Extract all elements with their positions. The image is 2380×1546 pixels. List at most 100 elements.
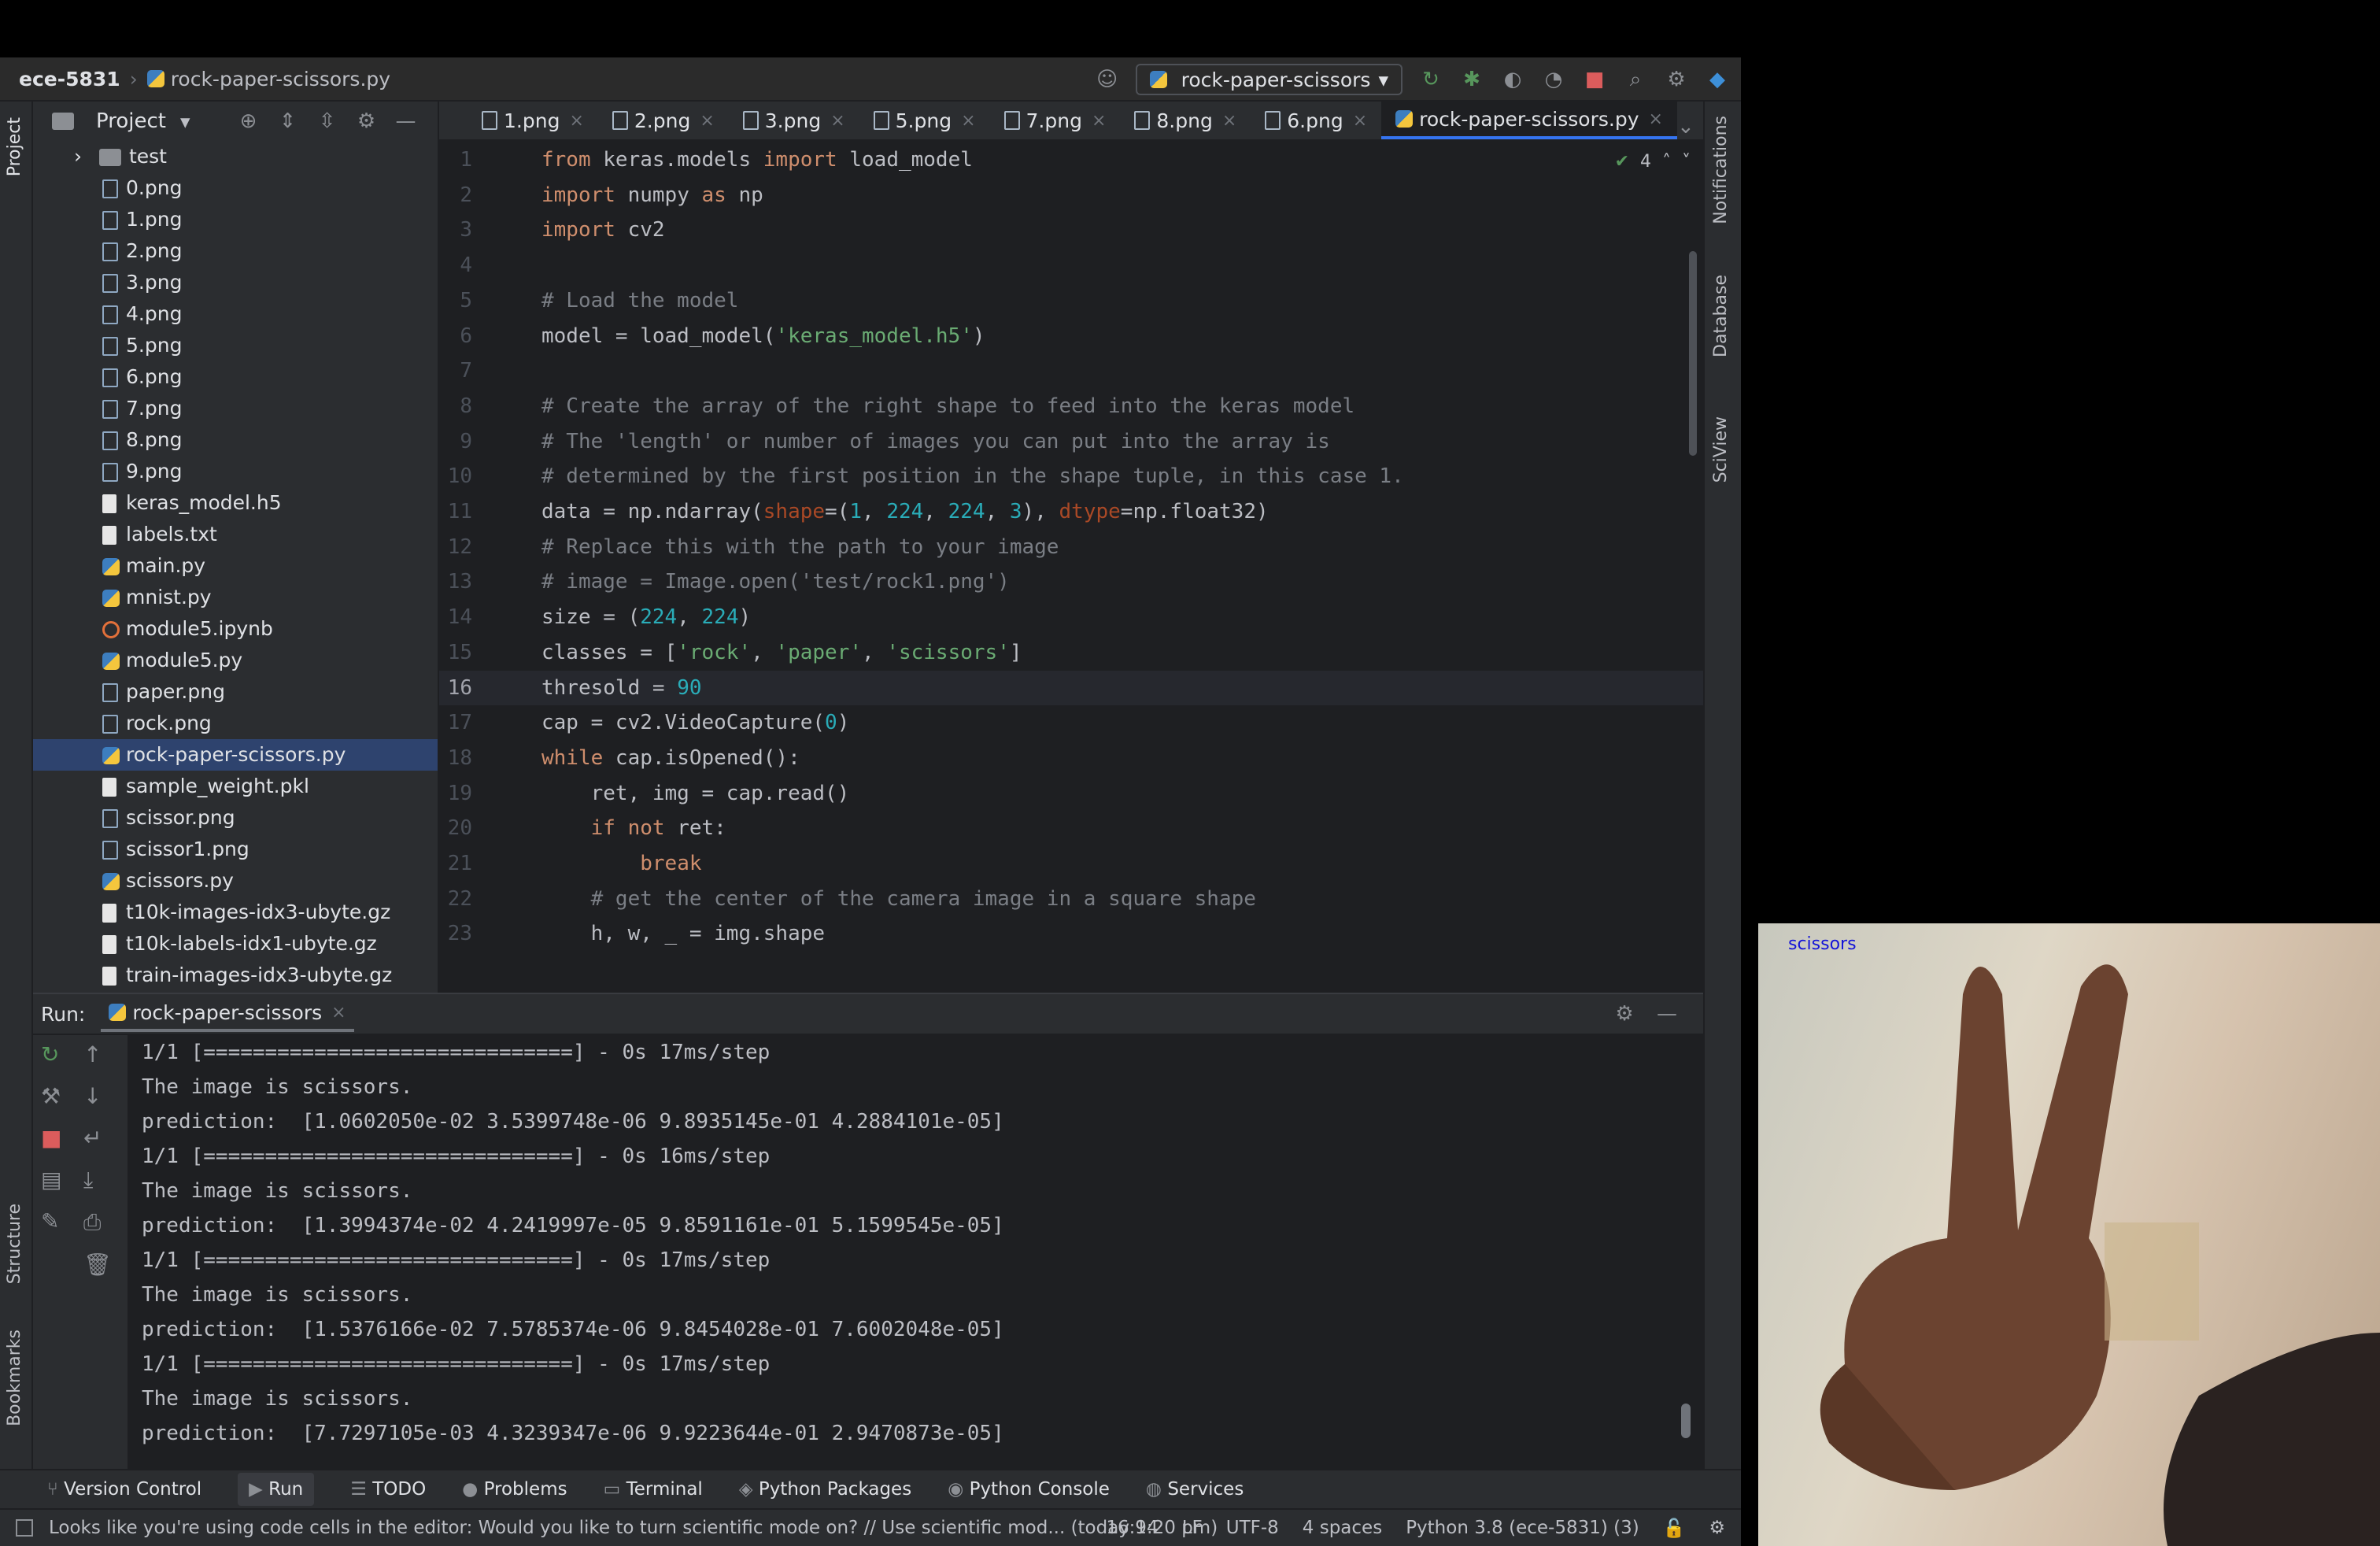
code-line[interactable]: 5 # Load the model: [439, 283, 1703, 318]
rerun-icon[interactable]: ↻: [1418, 67, 1443, 92]
gear-icon[interactable]: ⚙: [1612, 1001, 1637, 1026]
debug-icon[interactable]: ✱: [1459, 67, 1484, 92]
tree-item[interactable]: rock-paper-scissors.py: [33, 739, 438, 771]
line-number[interactable]: 12: [439, 530, 472, 564]
line-number[interactable]: 11: [439, 494, 472, 529]
updates-icon[interactable]: ◆: [1705, 67, 1730, 92]
file-encoding[interactable]: UTF-8: [1226, 1518, 1279, 1539]
run-tab[interactable]: rock-paper-scissors ×: [101, 997, 354, 1032]
code-line[interactable]: 16 thresold = 90: [439, 670, 1703, 705]
code-line[interactable]: 18 while cap.isOpened():: [439, 741, 1703, 775]
close-icon[interactable]: ×: [1353, 111, 1367, 131]
tree-item[interactable]: t10k-images-idx3-ubyte.gz: [33, 897, 438, 928]
code-line[interactable]: 9 # The 'length' or number of images you …: [439, 424, 1703, 459]
line-number[interactable]: 21: [439, 846, 472, 881]
tree-item[interactable]: 5.png: [33, 330, 438, 361]
user-icon[interactable]: ☺: [1095, 67, 1120, 92]
minimize-icon[interactable]: —: [394, 109, 419, 134]
line-number[interactable]: 19: [439, 776, 472, 811]
line-number[interactable]: 16: [439, 671, 472, 705]
tool-tab[interactable]: ◉ Python Console: [948, 1479, 1110, 1500]
editor-tab[interactable]: 8.png ×: [1120, 102, 1251, 139]
editor-tab[interactable]: rock-paper-scissors.py ×: [1381, 102, 1677, 139]
print-icon[interactable]: ⎙: [83, 1209, 112, 1236]
tree-item[interactable]: train-images-idx3-ubyte.gz: [33, 960, 438, 991]
tool-tab[interactable]: ● Problems: [462, 1479, 567, 1500]
tree-item[interactable]: scissors.py: [33, 865, 438, 897]
code-line[interactable]: 8 # Create the array of the right shape t…: [439, 389, 1703, 423]
tree-item[interactable]: keras_model.h5: [33, 487, 438, 519]
tree-item[interactable]: 6.png: [33, 361, 438, 393]
line-number[interactable]: 23: [439, 916, 472, 951]
tree-item[interactable]: sample_weight.pkl: [33, 771, 438, 802]
python-interpreter[interactable]: Python 3.8 (ece-5831) (3): [1406, 1518, 1639, 1539]
code-line[interactable]: 3 import cv2: [439, 213, 1703, 247]
code-line[interactable]: 15 classes = ['rock', 'paper', 'scissors'…: [439, 635, 1703, 670]
sciview-tool-label[interactable]: SciView: [1711, 416, 1731, 483]
line-number[interactable]: 2: [439, 178, 472, 213]
tree-item[interactable]: 2.png: [33, 235, 438, 267]
tool-tab[interactable]: ◈ Python Packages: [739, 1479, 911, 1500]
stop-icon[interactable]: ■: [1582, 67, 1607, 92]
editor-tab[interactable]: 7.png ×: [990, 102, 1121, 139]
gear-icon[interactable]: ⚙: [1664, 67, 1689, 92]
tree-item[interactable]: main.py: [33, 550, 438, 582]
line-number[interactable]: 3: [439, 213, 472, 247]
code-line[interactable]: 6 model = load_model('keras_model.h5'): [439, 319, 1703, 353]
line-number[interactable]: 18: [439, 741, 472, 775]
chevron-right-icon[interactable]: ›: [74, 145, 88, 168]
locate-icon[interactable]: ⊕: [236, 109, 261, 134]
tree-item[interactable]: 1.png: [33, 204, 438, 235]
status-message[interactable]: Looks like you're using code cells in th…: [49, 1518, 1218, 1538]
stop-icon[interactable]: ■: [41, 1125, 61, 1151]
project-tool-label[interactable]: Project: [5, 117, 24, 176]
editor-scrollbar[interactable]: [1689, 251, 1697, 456]
database-tool-label[interactable]: Database: [1711, 275, 1731, 357]
line-number[interactable]: 22: [439, 882, 472, 916]
code-line[interactable]: 21 break: [439, 846, 1703, 881]
tree-item[interactable]: 8.png: [33, 424, 438, 456]
code-line[interactable]: 1 from keras.models import load_model: [439, 142, 1703, 177]
editor-tab[interactable]: 2.png ×: [598, 102, 729, 139]
lock-icon[interactable]: 🔓: [1663, 1518, 1686, 1539]
caret-position[interactable]: 16:14: [1106, 1518, 1158, 1539]
code-line[interactable]: 7: [439, 353, 1703, 388]
editor-tab[interactable]: 5.png ×: [859, 102, 990, 139]
profile-icon[interactable]: ◔: [1541, 67, 1566, 92]
line-number[interactable]: 6: [439, 319, 472, 353]
line-number[interactable]: 17: [439, 705, 472, 740]
line-separator[interactable]: LF: [1182, 1518, 1203, 1539]
layout-icon[interactable]: ▤: [41, 1167, 61, 1193]
chevron-down-icon[interactable]: ⌄: [1677, 114, 1694, 139]
console-scrollbar[interactable]: [1681, 1404, 1691, 1438]
code-line[interactable]: 23 h, w, _ = img.shape: [439, 916, 1703, 951]
tree-item[interactable]: module5.ipynb: [33, 613, 438, 645]
code-line[interactable]: 11 data = np.ndarray(shape=(1, 224, 224, …: [439, 494, 1703, 529]
breadcrumb-file[interactable]: rock-paper-scissors.py: [171, 68, 390, 91]
arrow-up-icon[interactable]: ↑: [83, 1041, 112, 1067]
editor-tab[interactable]: 3.png ×: [729, 102, 859, 139]
code-line[interactable]: 20 if not ret:: [439, 811, 1703, 845]
memory-icon[interactable]: ⚙: [1709, 1518, 1725, 1539]
tree-item[interactable]: labels.txt: [33, 519, 438, 550]
rerun-icon[interactable]: ↻: [41, 1041, 61, 1067]
tree-item[interactable]: 9.png: [33, 456, 438, 487]
tool-tab[interactable]: ▶ Run: [238, 1473, 315, 1506]
code-line[interactable]: 13 # image = Image.open('test/rock1.png'): [439, 564, 1703, 599]
trash-icon[interactable]: 🗑: [83, 1252, 112, 1278]
close-icon[interactable]: ×: [1649, 109, 1663, 129]
close-icon[interactable]: ×: [569, 111, 583, 131]
line-number[interactable]: 8: [439, 389, 472, 423]
line-number[interactable]: 15: [439, 635, 472, 670]
project-panel-title[interactable]: Project: [96, 109, 166, 133]
structure-tool-label[interactable]: Structure: [5, 1204, 24, 1284]
code-line[interactable]: 19 ret, img = cap.read(): [439, 776, 1703, 811]
code-line[interactable]: 4: [439, 248, 1703, 283]
close-icon[interactable]: ×: [830, 111, 844, 131]
code-line[interactable]: 22 # get the center of the camera image …: [439, 882, 1703, 916]
pin-icon[interactable]: ✎: [41, 1208, 61, 1234]
tool-tab[interactable]: ⑂ Version Control: [47, 1479, 201, 1500]
line-number[interactable]: 14: [439, 600, 472, 634]
line-number[interactable]: 4: [439, 248, 472, 283]
code-line[interactable]: 10 # determined by the first position in …: [439, 459, 1703, 494]
